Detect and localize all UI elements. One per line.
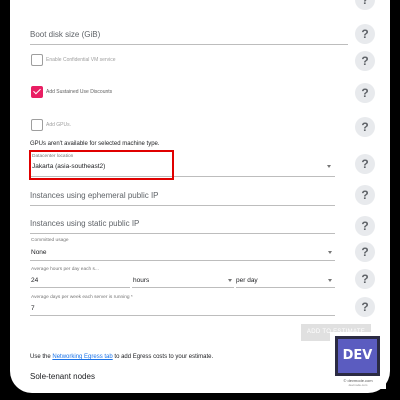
avg-hours-label: Average hours per day each s... [31, 267, 99, 272]
ephemeral-ip-label: Instances using ephemeral public IP [30, 191, 159, 200]
dropdown-arrow-icon[interactable] [328, 251, 332, 254]
watermark-sub: devmode.com [348, 383, 368, 387]
help-icon[interactable]: ? [355, 154, 375, 174]
help-icon[interactable]: ? [355, 216, 375, 236]
help-icon[interactable]: ? [355, 117, 375, 137]
hours-unit-underline [132, 287, 234, 288]
avg-days-underline [30, 315, 335, 316]
avg-hours-underline [30, 287, 130, 288]
period-underline [236, 287, 335, 288]
avg-days-value[interactable]: 7 [31, 305, 35, 312]
help-icon[interactable]: ? [355, 269, 375, 289]
sustained-use-label: Add Sustained Use Discounts [46, 89, 113, 95]
gpu-unavailable-note: GPUs aren't available for selected machi… [30, 141, 160, 147]
watermark: DEV © devmode.com devmode.com [330, 332, 386, 389]
help-icon[interactable]: ? [355, 242, 375, 262]
help-icon[interactable]: ? [355, 297, 375, 317]
help-icon[interactable]: ? [355, 51, 375, 71]
confidential-vm-label: Enable Confidential VM service [46, 57, 116, 63]
avg-hours-value[interactable]: 24 [31, 277, 38, 284]
add-gpus-checkbox[interactable] [31, 119, 43, 131]
sole-tenant-title: Sole-tenant nodes [30, 372, 95, 381]
committed-usage-underline [30, 260, 335, 261]
dropdown-arrow-icon[interactable] [328, 279, 332, 282]
avg-days-label: Average days per week each server is run… [31, 295, 133, 300]
egress-prefix: Use the [30, 354, 53, 360]
dropdown-arrow-icon[interactable] [228, 279, 232, 282]
highlight-box [29, 150, 174, 180]
networking-egress-link[interactable]: Networking Egress tab [52, 354, 112, 360]
static-ip-label: Instances using static public IP [30, 219, 140, 228]
boot-disk-label: Boot disk size (GiB) [30, 30, 101, 39]
help-icon[interactable]: ? [355, 83, 375, 103]
help-icon[interactable]: ? [355, 185, 375, 205]
dev-logo: DEV [335, 336, 380, 376]
dropdown-arrow-icon[interactable] [327, 165, 331, 168]
period-select[interactable]: per day [236, 277, 258, 284]
confidential-vm-checkbox[interactable] [31, 54, 43, 66]
committed-usage-label: Committed usage [31, 238, 69, 243]
egress-suffix: to add Egress costs to your estimate. [112, 354, 214, 360]
sustained-use-checkbox[interactable] [31, 86, 43, 98]
dev-logo-text: DEV [338, 339, 377, 373]
help-icon[interactable]: ? [355, 0, 375, 10]
boot-disk-input-underline[interactable] [30, 44, 348, 45]
committed-usage-value[interactable]: None [31, 249, 47, 256]
ephemeral-ip-input[interactable] [30, 205, 335, 206]
add-gpus-label: Add GPUs. [46, 122, 72, 128]
static-ip-input[interactable] [30, 233, 335, 234]
hours-unit-select[interactable]: hours [133, 277, 149, 284]
egress-note: Use the Networking Egress tab to add Egr… [30, 354, 213, 360]
help-icon[interactable]: ? [355, 24, 375, 44]
